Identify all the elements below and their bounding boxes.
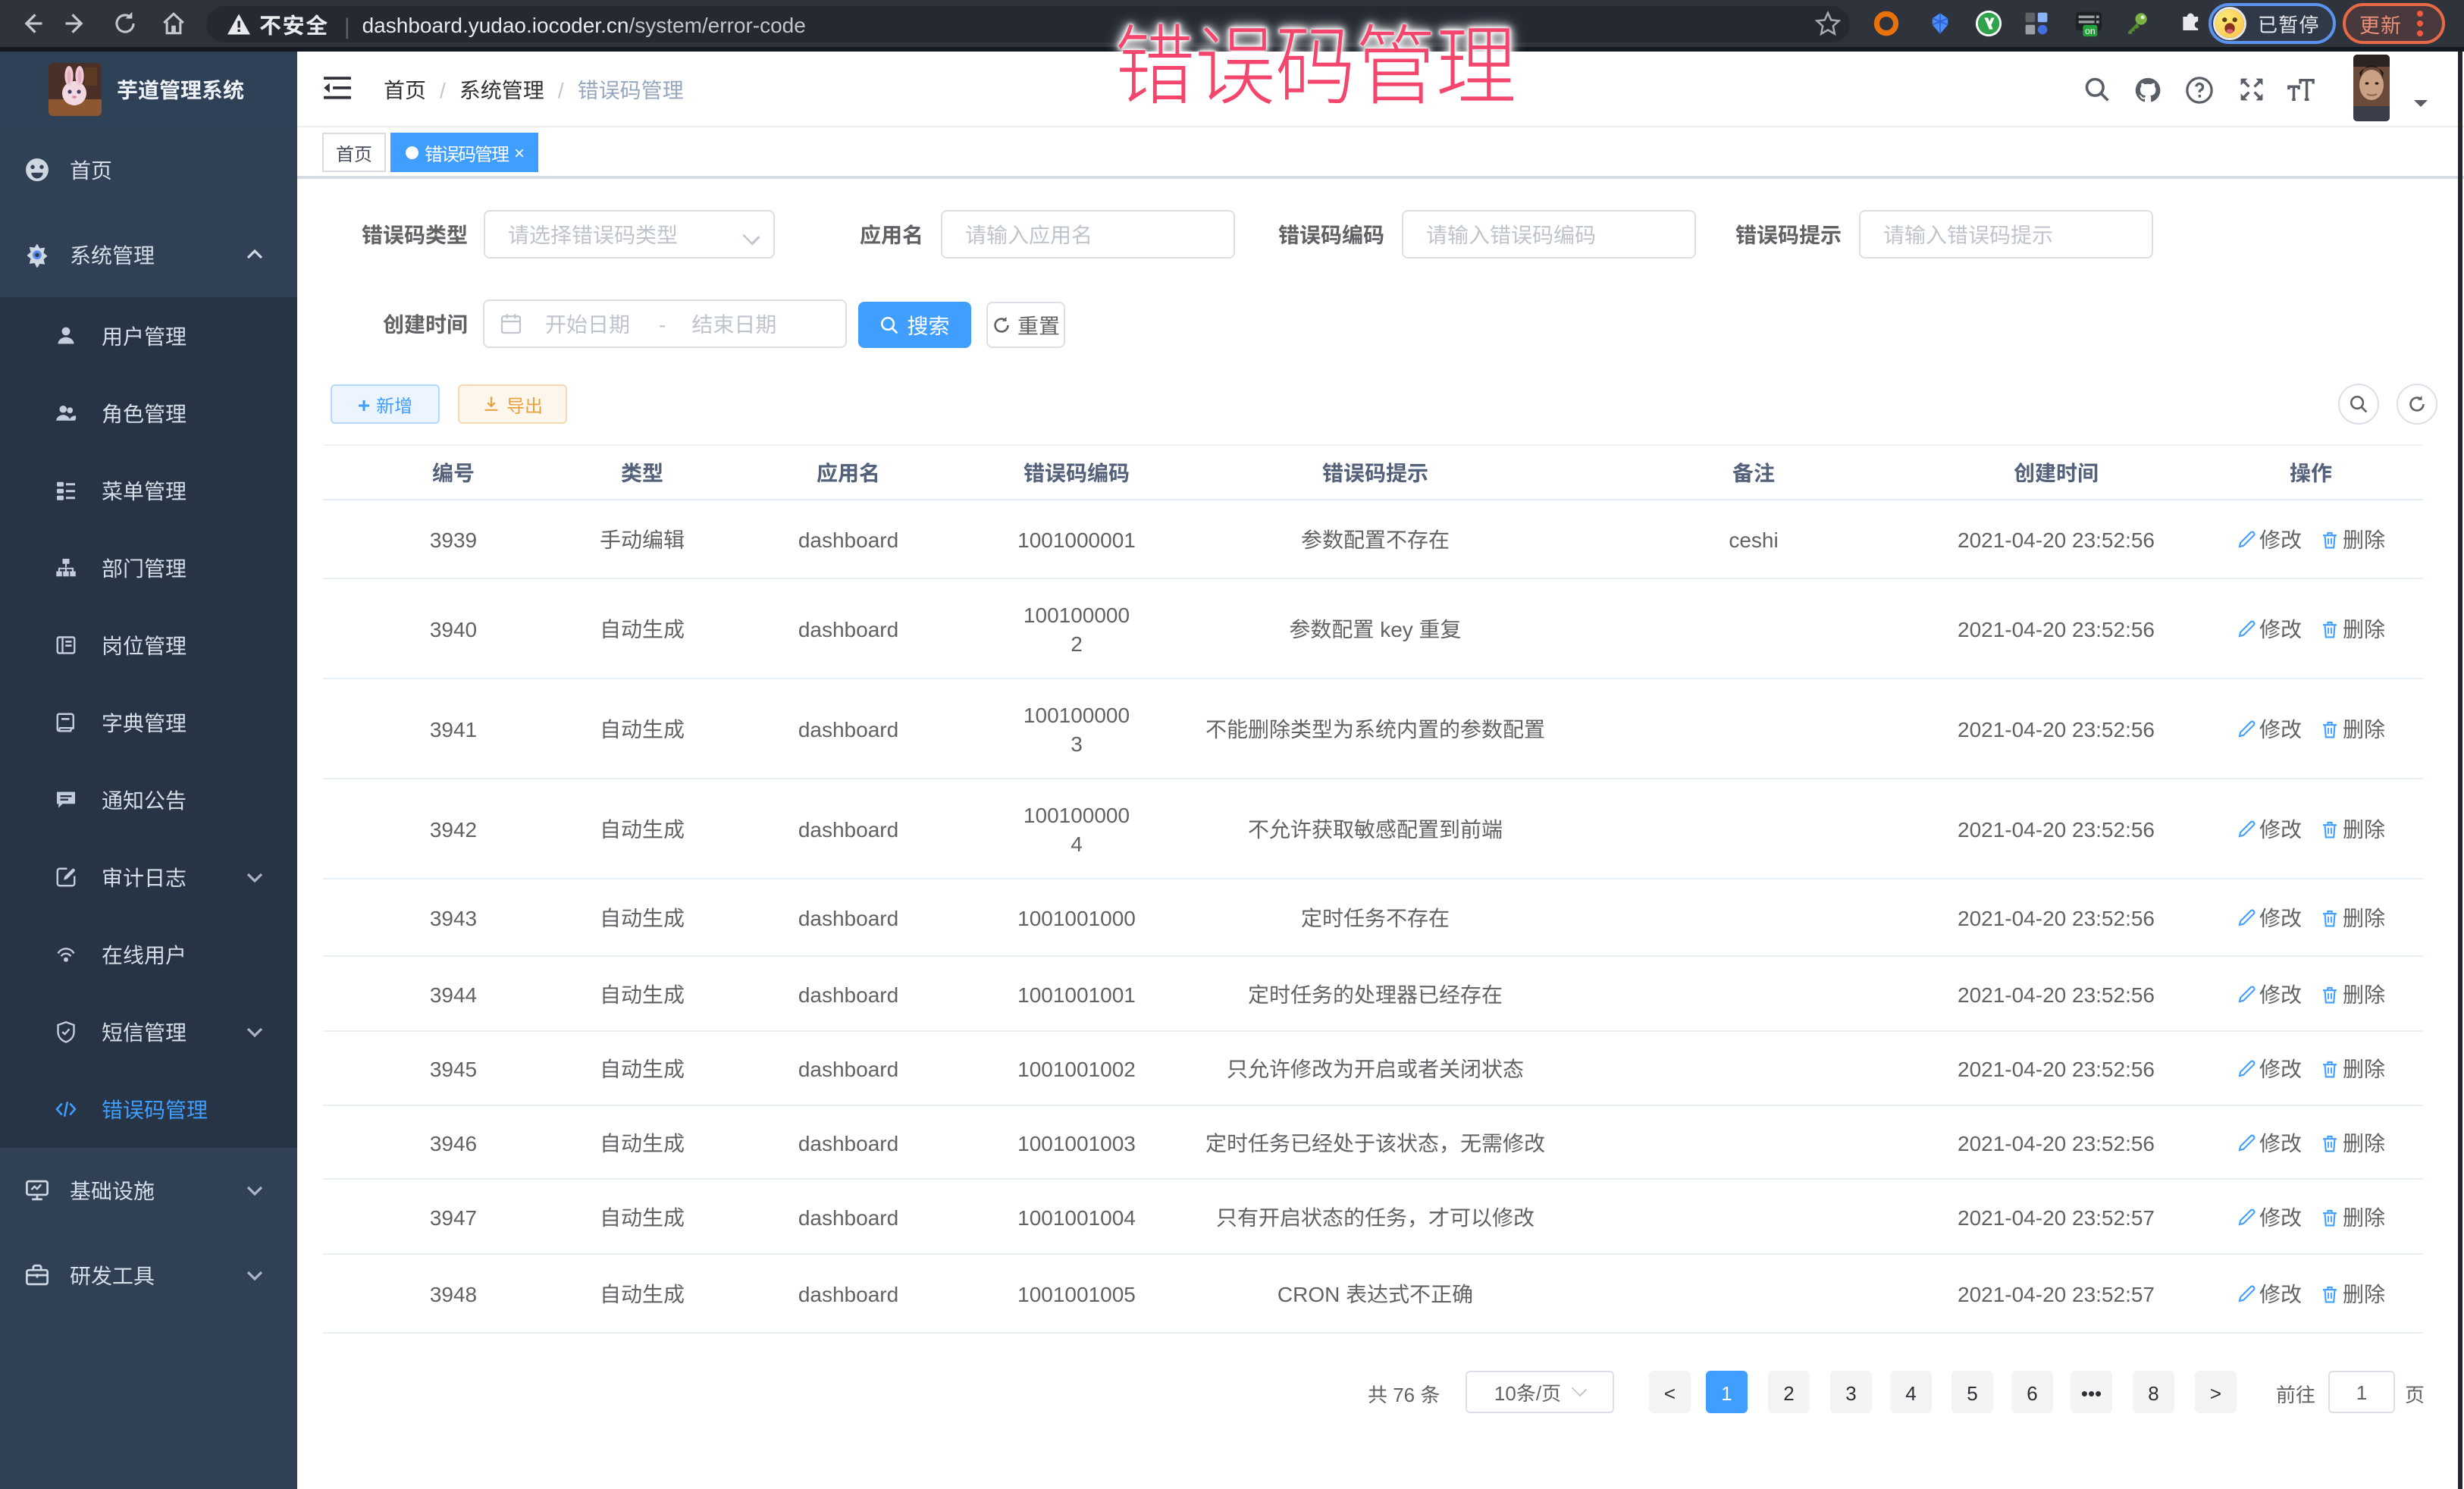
- svg-text:on: on: [2085, 26, 2096, 36]
